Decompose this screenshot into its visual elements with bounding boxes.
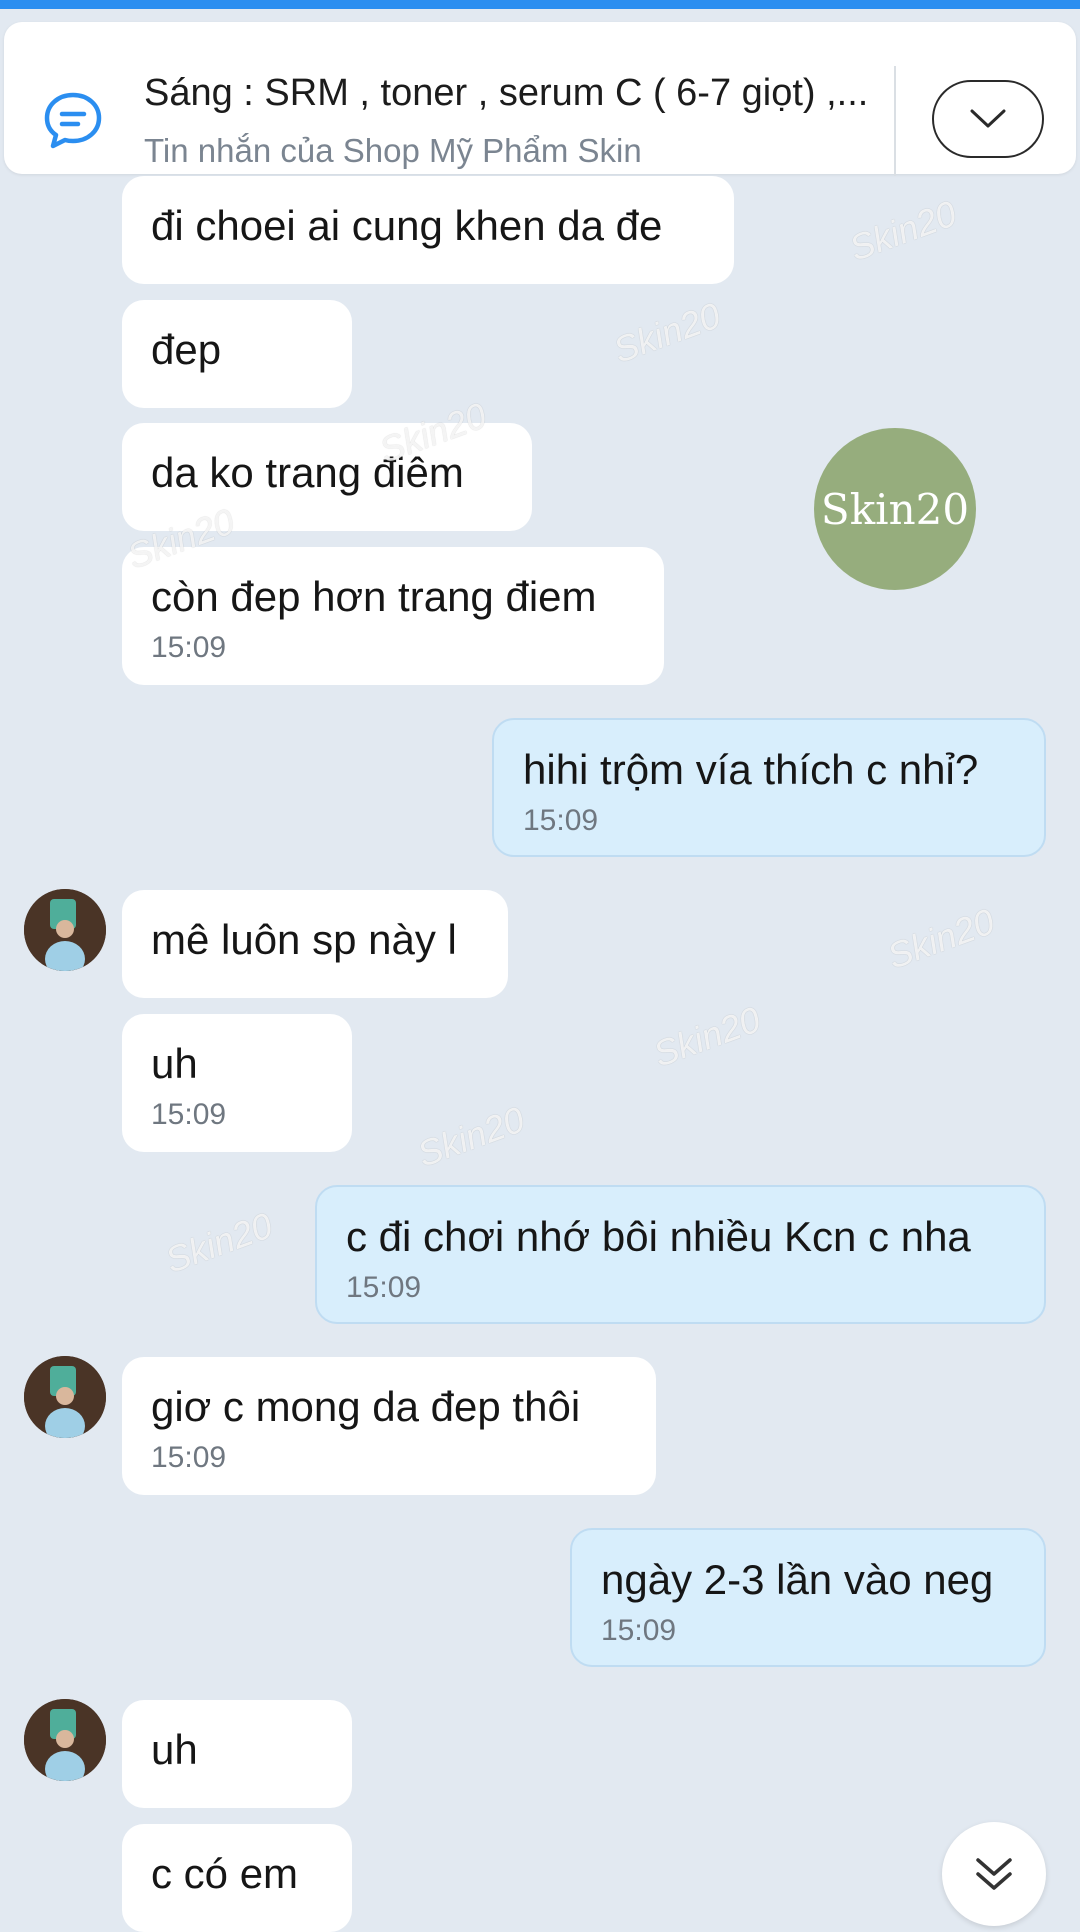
message-bubble-incoming[interactable]: đep: [122, 300, 352, 408]
message-bubble-incoming[interactable]: còn đep hơn trang điem 15:09: [122, 547, 664, 685]
message-text: c có em: [151, 1850, 299, 1897]
message-bubble-incoming[interactable]: đi choei ai cung khen da đe: [122, 176, 734, 284]
message-bubble-incoming[interactable]: mê luôn sp này l: [122, 890, 508, 998]
watermark-text: Skin20: [160, 1204, 278, 1281]
message-timestamp: 15:09: [523, 804, 599, 837]
watermark-text: Skin20: [844, 192, 962, 269]
watermark-text: Skin20: [648, 998, 766, 1075]
double-chevron-down-icon: [976, 1858, 1012, 1890]
avatar-photo: [24, 1699, 106, 1781]
avatar-photo: [24, 1356, 106, 1438]
message-text: đep: [151, 326, 222, 373]
message-text: mê luôn sp này l: [151, 916, 457, 963]
message-bubble-incoming[interactable]: giơ c mong da đep thôi 15:09: [122, 1357, 656, 1495]
pinned-expand-button[interactable]: [932, 80, 1044, 158]
message-text: còn đep hơn trang điem: [151, 573, 597, 620]
message-bubble-incoming[interactable]: uh 15:09: [122, 1014, 352, 1152]
message-text: uh: [151, 1726, 198, 1773]
watermark-text: Skin20: [882, 900, 1000, 977]
watermark-text: Skin20: [412, 1098, 530, 1175]
contact-avatar[interactable]: [24, 1356, 106, 1438]
pinned-message-subtitle: Tin nhắn của Shop Mỹ Phẩm Skin: [144, 132, 642, 169]
chevron-down-icon: [970, 109, 1006, 128]
message-bubble-outgoing[interactable]: c đi chơi nhớ bôi nhiều Kcn c nha 15:09: [315, 1185, 1046, 1324]
message-text: giơ c mong da đep thôi: [151, 1383, 581, 1430]
scroll-to-bottom-button[interactable]: [942, 1822, 1046, 1926]
contact-avatar[interactable]: [24, 1699, 106, 1781]
message-text: c đi chơi nhớ bôi nhiều Kcn c nha: [346, 1213, 971, 1260]
message-bubble-outgoing[interactable]: ngày 2-3 lần vào neg 15:09: [570, 1528, 1046, 1667]
message-timestamp: 15:09: [151, 1441, 227, 1474]
watermark-text: Skin20: [608, 294, 726, 371]
message-timestamp: 15:09: [151, 631, 227, 664]
top-accent-bar: [0, 0, 1080, 9]
watermark-logo: Skin20: [814, 428, 976, 590]
message-text: đi choei ai cung khen da đe: [151, 202, 663, 249]
contact-avatar[interactable]: [24, 889, 106, 971]
message-timestamp: 15:09: [346, 1271, 422, 1304]
message-text: hihi trộm vía thích c nhỉ?: [523, 746, 979, 793]
pinned-message-title: Sáng : SRM , toner , serum C ( 6-7 giọt)…: [144, 72, 869, 114]
message-timestamp: 15:09: [601, 1614, 677, 1647]
message-text: ngày 2-3 lần vào neg: [601, 1556, 994, 1603]
message-bubble-incoming[interactable]: c có em: [122, 1824, 352, 1932]
message-bubble-outgoing[interactable]: hihi trộm vía thích c nhỉ? 15:09: [492, 718, 1046, 857]
avatar-photo: [24, 889, 106, 971]
message-text: da ko trang điêm: [151, 449, 464, 496]
message-bubble-incoming[interactable]: uh: [122, 1700, 352, 1808]
pinned-divider: [894, 66, 896, 176]
chat-message-icon: [44, 92, 102, 149]
pinned-message-banner[interactable]: Sáng : SRM , toner , serum C ( 6-7 giọt)…: [4, 22, 1076, 176]
message-timestamp: 15:09: [151, 1098, 227, 1131]
message-text: uh: [151, 1040, 198, 1087]
